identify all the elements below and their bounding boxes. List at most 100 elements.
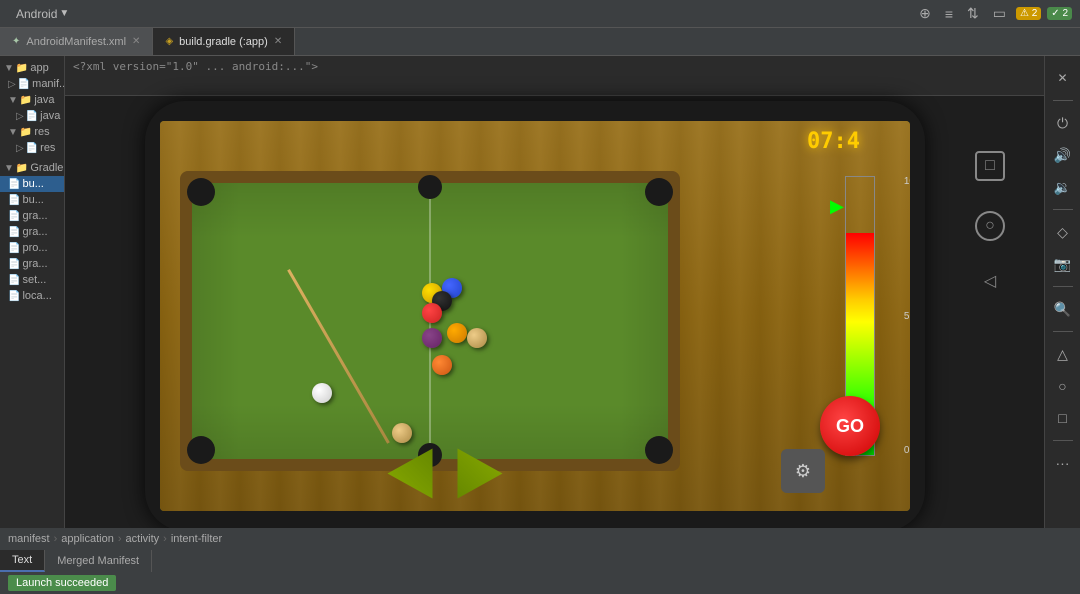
- toolbar-separator-2: [1053, 209, 1073, 210]
- tree-item-gradle2-label: gra...: [22, 226, 47, 238]
- file-icon-gradle1: 📄: [8, 211, 20, 222]
- tab-bar: ✦ AndroidManifest.xml ✕ ◈ build.gradle (…: [0, 28, 1080, 56]
- tab-merged-manifest[interactable]: Merged Manifest: [45, 550, 152, 572]
- close-emulator-button[interactable]: ✕: [1049, 64, 1077, 92]
- tree-item-java[interactable]: ▼ 📁 java: [0, 92, 64, 108]
- go-button[interactable]: GO: [820, 396, 880, 456]
- tree-item-settings-label: set...: [22, 274, 46, 286]
- android-label: Android: [16, 7, 57, 21]
- location-button[interactable]: △: [1049, 340, 1077, 368]
- tree-item-local-label: loca...: [22, 290, 51, 302]
- file-icon-res2: 📄: [26, 143, 38, 154]
- arrow-right-button[interactable]: [458, 449, 503, 499]
- pocket-top-mid: [418, 175, 442, 199]
- power-button[interactable]: ⏻: [1049, 109, 1077, 137]
- android-menu[interactable]: Android ▼: [8, 5, 77, 23]
- back-nav-button[interactable]: ◁: [984, 271, 996, 291]
- tree-item-build2[interactable]: 📄 bu...: [0, 192, 64, 208]
- arrow-icon-3: ▼: [8, 95, 18, 106]
- pocket-top-right: [645, 178, 673, 206]
- breadcrumb-bar: manifest › application › activity › inte…: [0, 528, 1080, 550]
- check-badge: ✓ 2: [1047, 7, 1072, 20]
- rotate-button[interactable]: ◇: [1049, 218, 1077, 246]
- settings-button[interactable]: ⚙: [781, 449, 825, 493]
- breadcrumb-activity[interactable]: activity: [126, 533, 160, 545]
- breadcrumb-sep-3: ›: [163, 533, 167, 545]
- breadcrumb-manifest[interactable]: manifest: [8, 533, 50, 545]
- tab-manifest[interactable]: ✦ AndroidManifest.xml ✕: [0, 28, 153, 55]
- tree-item-settings[interactable]: 📄 set...: [0, 272, 64, 288]
- tree-item-res[interactable]: ▼ 📁 res: [0, 124, 64, 140]
- volume-down-button[interactable]: 🔉: [1049, 173, 1077, 201]
- arrow-icon-7: ▼: [4, 163, 14, 174]
- zoom-button[interactable]: 🔍: [1049, 295, 1077, 323]
- ball-5: [447, 323, 467, 343]
- tree-item-res2-label: res: [40, 142, 55, 154]
- tab-text[interactable]: Text: [0, 550, 45, 572]
- sort-icon[interactable]: ⇅: [963, 3, 983, 24]
- layout-icon[interactable]: ▭: [989, 3, 1010, 24]
- arrow-icon-6: ▷: [16, 143, 24, 154]
- folder-icon-res: 📁: [20, 127, 32, 138]
- tree-item-gradle1[interactable]: 📄 gra...: [0, 208, 64, 224]
- tab-gradle[interactable]: ◈ build.gradle (:app) ✕: [153, 28, 295, 55]
- tab-gradle-close[interactable]: ✕: [274, 36, 282, 47]
- arrow-icon-5: ▼: [8, 127, 18, 138]
- ball-3: [422, 303, 442, 323]
- left-panel: ▼ 📁 app ▷ 📄 manif... ▼ 📁 java ▷ 📄 java ▼…: [0, 56, 65, 594]
- code-area: <?xml version="1.0" ... android:...">: [65, 56, 1044, 96]
- tree-item-props[interactable]: 📄 pro...: [0, 240, 64, 256]
- breadcrumb-application[interactable]: application: [61, 533, 114, 545]
- screenshot-button[interactable]: 📷: [1049, 250, 1077, 278]
- ball-4: [422, 328, 442, 348]
- tree-item-res2[interactable]: ▷ 📄 res: [0, 140, 64, 156]
- tree-item-gradle3[interactable]: 📄 gra...: [0, 256, 64, 272]
- list-icon[interactable]: ≡: [941, 4, 957, 24]
- folder-icon: 📁: [16, 63, 28, 74]
- more-button[interactable]: ···: [1049, 449, 1077, 477]
- phone-frame: □ ○ ◁ 07:4: [145, 101, 925, 531]
- power-label-5: 5: [904, 311, 910, 322]
- structure-icon[interactable]: ⊕: [915, 3, 935, 24]
- ball-6: [432, 355, 452, 375]
- tree-item-java2[interactable]: ▷ 📄 java: [0, 108, 64, 124]
- game-timer: 07:4: [807, 129, 860, 154]
- tree-item-res-label: res: [34, 126, 49, 138]
- dropdown-arrow[interactable]: ▼: [59, 8, 69, 19]
- tree-item-gradle3-label: gra...: [22, 258, 47, 270]
- tree-item-manifest[interactable]: ▷ 📄 manif...: [0, 76, 64, 92]
- pocket-top-left: [187, 178, 215, 206]
- battery-button[interactable]: □: [1049, 404, 1077, 432]
- tree-item-app-label: app: [30, 62, 48, 74]
- file-icon-build2: 📄: [8, 195, 20, 206]
- arrow-left-button[interactable]: [388, 449, 433, 499]
- tree-item-local[interactable]: 📄 loca...: [0, 288, 64, 304]
- tree-item-build2-label: bu...: [22, 194, 43, 206]
- tree-item-build1[interactable]: 📄 bu...: [0, 176, 64, 192]
- tree-item-props-label: pro...: [22, 242, 47, 254]
- xml-icon: ✦: [12, 36, 20, 47]
- tree-item-java2-label: java: [40, 110, 60, 122]
- file-icon-java2: 📄: [26, 111, 38, 122]
- volume-up-button[interactable]: 🔊: [1049, 141, 1077, 169]
- cellular-button[interactable]: ○: [1049, 372, 1077, 400]
- tab-manifest-label: AndroidManifest.xml: [26, 36, 126, 48]
- toolbar-separator-1: [1053, 100, 1073, 101]
- nav-buttons: □ ○ ◁: [975, 151, 1005, 291]
- file-icon-settings: 📄: [8, 275, 20, 286]
- file-icon-build1: 📄: [8, 179, 20, 190]
- tree-item-app[interactable]: ▼ 📁 app: [0, 60, 64, 76]
- pocket-bot-right: [645, 436, 673, 464]
- center-panel: <?xml version="1.0" ... android:..."> □ …: [65, 56, 1044, 594]
- phone-emulator: □ ○ ◁ 07:4: [145, 101, 805, 551]
- game-container: 07:4: [160, 121, 910, 511]
- breadcrumb-intent-filter[interactable]: intent-filter: [171, 533, 222, 545]
- file-icon-local: 📄: [8, 291, 20, 302]
- tab-manifest-close[interactable]: ✕: [132, 36, 140, 47]
- circle-nav-button[interactable]: ○: [975, 211, 1005, 241]
- tree-item-gradle[interactable]: ▼ 📁 Gradle: [0, 160, 64, 176]
- cue-ball: [312, 383, 332, 403]
- square-nav-button[interactable]: □: [975, 151, 1005, 181]
- arrow-icon: ▼: [4, 63, 14, 74]
- tree-item-gradle2[interactable]: 📄 gra...: [0, 224, 64, 240]
